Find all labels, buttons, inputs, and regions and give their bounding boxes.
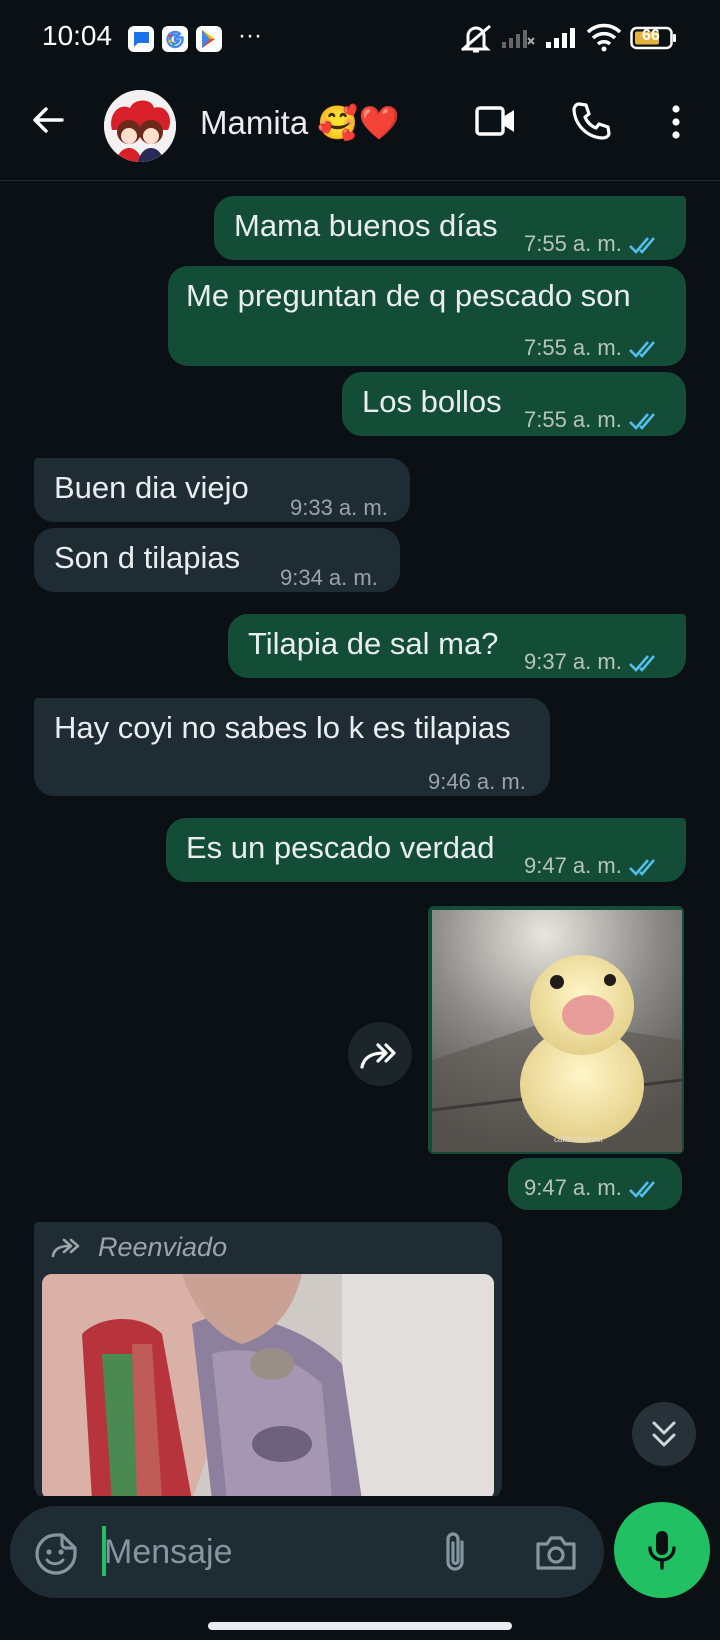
read-ticks-icon <box>628 648 662 684</box>
attach-icon[interactable] <box>440 1530 470 1581</box>
voice-message-button[interactable] <box>614 1502 710 1598</box>
status-more-dots: ··· <box>238 22 262 49</box>
messages-icon <box>128 26 154 52</box>
message-time: 9:33 a. m. <box>290 495 388 520</box>
forwarded-label: Reenviado <box>98 1232 228 1262</box>
battery-level: 66 <box>642 27 660 44</box>
back-arrow-icon[interactable] <box>28 100 68 145</box>
message-text: Son d tilapias <box>54 540 241 575</box>
read-ticks-icon <box>628 230 662 266</box>
signal-icon <box>544 26 578 55</box>
mute-icon <box>458 22 494 59</box>
phone-icon[interactable] <box>570 100 612 147</box>
image-watermark: callducksfrost <box>554 1135 603 1144</box>
read-ticks-icon <box>628 1174 662 1210</box>
read-ticks-icon <box>628 852 662 888</box>
forwarded-icon <box>50 1236 84 1263</box>
forward-icon <box>360 1043 396 1069</box>
message-time: 9:47 a. m. <box>524 853 622 878</box>
message-time: 9:34 a. m. <box>280 565 378 590</box>
double-chevron-down-icon <box>652 1421 676 1447</box>
incoming-message[interactable]: Buen dia viejo 9:33 a. m. <box>34 458 410 522</box>
outgoing-message[interactable]: Es un pescado verdad 9:47 a. m. <box>166 818 686 882</box>
home-indicator[interactable] <box>208 1622 512 1630</box>
outgoing-message[interactable]: Tilapia de sal ma? 9:37 a. m. <box>228 614 686 678</box>
message-text: Tilapia de sal ma? <box>248 626 499 661</box>
avatar[interactable] <box>104 90 176 162</box>
fish-image[interactable] <box>42 1274 494 1500</box>
message-text: Es un pescado verdad <box>186 830 495 865</box>
message-text: Los bollos <box>362 384 502 419</box>
message-time: 9:37 a. m. <box>524 649 622 674</box>
message-time: 7:55 a. m. <box>524 407 622 432</box>
forward-button[interactable] <box>348 1022 412 1086</box>
message-input[interactable] <box>104 1527 404 1577</box>
message-text: Buen dia viejo <box>54 470 249 505</box>
message-time: 9:47 a. m. <box>524 1175 622 1200</box>
outgoing-message[interactable]: Los bollos 7:55 a. m. <box>342 372 686 436</box>
outgoing-message[interactable]: Mama buenos días 7:55 a. m. <box>214 196 686 260</box>
status-time: 10:04 <box>42 20 113 51</box>
play-store-icon <box>196 26 222 52</box>
scroll-to-bottom-button[interactable] <box>632 1402 696 1466</box>
sticker-icon[interactable] <box>34 1532 78 1581</box>
message-time: 9:46 a. m. <box>428 769 526 794</box>
more-vert-icon[interactable] <box>666 104 686 145</box>
battery-icon: 66 <box>630 26 676 50</box>
read-ticks-icon <box>628 334 662 370</box>
incoming-message[interactable]: Hay coyi no sabes lo k es tilapias 9:46 … <box>34 698 550 796</box>
outgoing-message[interactable]: Me preguntan de q pescado son 7:55 a. m. <box>168 266 686 366</box>
message-time: 7:55 a. m. <box>524 231 622 256</box>
message-text: Mama buenos días <box>234 208 498 243</box>
wifi-icon <box>586 22 622 57</box>
google-icon <box>162 26 188 52</box>
contact-name[interactable]: Mamita 🥰❤️ <box>200 104 400 143</box>
duckling-image[interactable]: callducksfrost <box>432 910 682 1152</box>
signal-icon <box>500 26 536 55</box>
read-ticks-icon <box>628 406 662 442</box>
message-text: Me preguntan de q pescado son <box>186 278 631 313</box>
image-timestamp-bubble: 9:47 a. m. <box>508 1158 682 1210</box>
microphone-icon <box>648 1531 676 1570</box>
incoming-message[interactable]: Son d tilapias 9:34 a. m. <box>34 528 400 592</box>
video-call-icon[interactable] <box>474 102 518 145</box>
camera-icon[interactable] <box>534 1532 578 1577</box>
message-time: 7:55 a. m. <box>524 335 622 360</box>
message-text: Hay coyi no sabes lo k es tilapias <box>54 710 511 745</box>
